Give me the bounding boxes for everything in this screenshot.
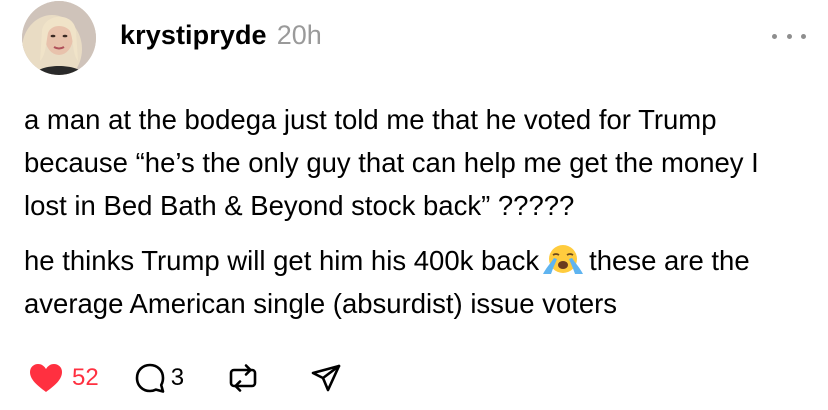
- post-actions: 52 3: [28, 360, 342, 396]
- repost-button[interactable]: [228, 362, 258, 394]
- thread-post: krystipryde 20h a man at the bodega just…: [0, 0, 828, 410]
- repost-icon: [229, 364, 257, 392]
- share-icon: [311, 364, 341, 392]
- reply-button[interactable]: 3: [133, 361, 184, 395]
- reply-count: 3: [170, 364, 185, 391]
- post-paragraph: he thinks Trump will get him his 400k ba…: [24, 239, 809, 325]
- avatar[interactable]: [22, 1, 96, 75]
- like-button[interactable]: 52: [28, 362, 99, 394]
- more-dot: [772, 33, 777, 39]
- post-body: a man at the bodega just told me that he…: [24, 98, 809, 325]
- share-button[interactable]: [310, 362, 342, 394]
- timestamp: 20h: [276, 20, 322, 50]
- post-text-segment: he thinks Trump will get him his 400k ba…: [24, 245, 540, 276]
- like-count: 52: [72, 364, 99, 391]
- more-dot: [801, 33, 806, 39]
- post-paragraph: a man at the bodega just told me that he…: [24, 104, 759, 221]
- post-header: krystipryde 20h: [120, 20, 322, 60]
- avatar-image: [22, 1, 96, 75]
- heart-icon: [30, 364, 62, 392]
- loudly-crying-face-emoji: [543, 245, 584, 274]
- comment-icon: [135, 363, 165, 393]
- more-dot: [786, 33, 792, 39]
- more-options-icon[interactable]: [772, 30, 806, 42]
- username[interactable]: krystipryde: [120, 20, 267, 51]
